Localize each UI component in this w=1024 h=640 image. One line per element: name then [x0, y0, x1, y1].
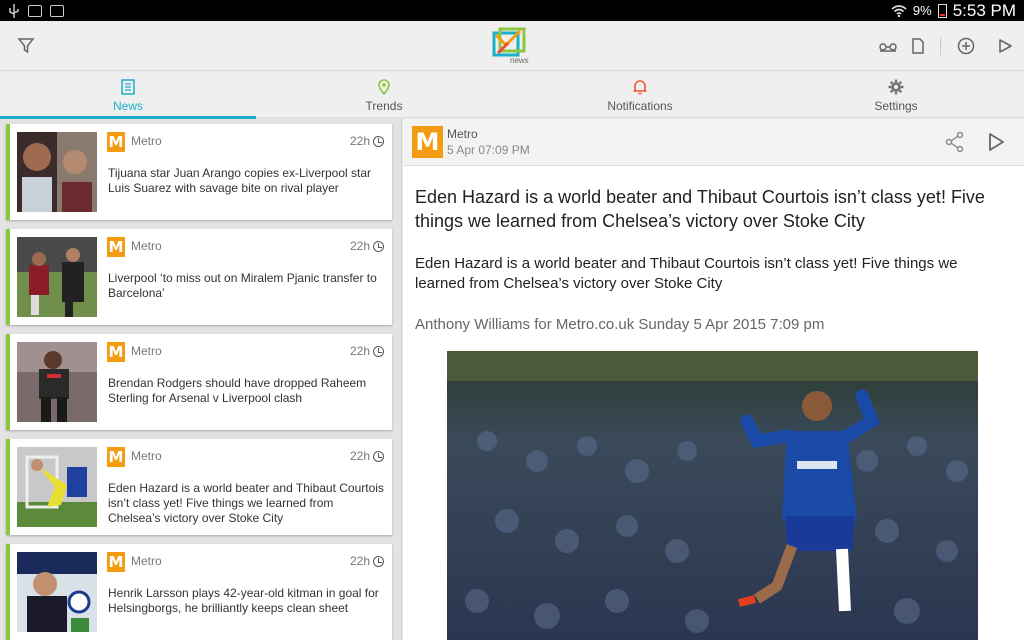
share-button[interactable] [944, 131, 966, 153]
actionbar-divider [940, 37, 941, 55]
news-thumbnail [17, 342, 97, 422]
bell-icon [633, 79, 647, 94]
news-icon [121, 78, 135, 95]
news-age: 22h [350, 134, 384, 148]
tab-news-label: News [112, 98, 143, 113]
tab-settings-label: Settings [874, 98, 918, 113]
usb-icon [9, 3, 19, 18]
battery-percent: 9% [912, 3, 932, 18]
tab-news[interactable]: News [0, 72, 256, 119]
play-icon [999, 39, 1012, 53]
news-thumbnail [17, 132, 97, 212]
news-card[interactable]: M Metro 22h Liverpool ‘to miss out on Mi… [6, 229, 392, 325]
metro-logo: M [107, 447, 125, 467]
news-title: Eden Hazard is a world beater and Thibau… [108, 481, 384, 525]
tab-trends-label: Trends [365, 98, 403, 113]
add-circle-icon [957, 37, 975, 55]
battery-icon [937, 3, 947, 18]
news-age: 22h [350, 449, 384, 463]
action-bar: news [0, 21, 1024, 71]
tab-bar: News Trends Notifications Settings [0, 72, 1024, 119]
news-card[interactable]: M Metro 22h Tijuana star Juan Arango cop… [6, 124, 392, 220]
clock-icon [373, 450, 384, 462]
news-age-text: 22h [349, 344, 370, 358]
news-card[interactable]: M Metro 22h Brendan Rodgers should have … [6, 334, 392, 430]
status-right: 9% 5:53 PM [891, 1, 1016, 21]
article-photo [447, 351, 978, 640]
metro-logo: M [412, 126, 443, 158]
news-age-text: 22h [349, 449, 370, 463]
metro-logo: M [107, 552, 125, 572]
saved-button[interactable] [906, 34, 930, 58]
tab-trends[interactable]: Trends [256, 72, 512, 118]
news-thumbnail [17, 552, 97, 632]
metro-logo: M [107, 132, 125, 152]
clock-time: 5:53 PM [952, 0, 1016, 20]
article-headline: Eden Hazard is a world beater and Thibau… [415, 187, 985, 231]
add-button[interactable] [954, 34, 978, 58]
clock-icon [373, 240, 384, 252]
share-icon [945, 131, 964, 153]
news-source: Metro [131, 134, 162, 148]
status-bar: 9% 5:53 PM [0, 0, 1024, 21]
article-source: Metro [447, 127, 478, 141]
gallery-icon [28, 4, 42, 17]
glasses-icon [879, 43, 897, 52]
news-age-text: 22h [349, 134, 370, 148]
news-card[interactable]: M Metro 22h Eden Hazard is a world beate… [6, 439, 392, 535]
logo-text: news [510, 56, 529, 65]
screenshot-icon [50, 4, 64, 17]
app-logo: news [492, 27, 534, 65]
news-age-text: 22h [349, 554, 370, 568]
play-icon [989, 133, 1004, 151]
article-lead: Eden Hazard is a world beater and Thibau… [415, 255, 958, 292]
news-age: 22h [350, 554, 384, 568]
news-thumbnail [17, 237, 97, 317]
play-button[interactable] [993, 34, 1017, 58]
news-title: Brendan Rodgers should have dropped Rahe… [108, 376, 367, 405]
wifi-icon [891, 4, 907, 17]
clock-icon [373, 345, 384, 357]
filter-button[interactable] [14, 34, 38, 58]
news-source: Metro [131, 449, 162, 463]
news-age: 22h [350, 239, 384, 253]
gear-icon [888, 79, 904, 94]
news-title: Liverpool ‘to miss out on Miralem Pjanic… [108, 271, 377, 300]
news-age-text: 22h [349, 239, 370, 253]
news-list: M Metro 22h Tijuana star Juan Arango cop… [0, 119, 402, 640]
article-pane: M Metro 5 Apr 07:09 PM Eden Hazard is a … [403, 119, 1024, 640]
news-source: Metro [131, 239, 162, 253]
document-icon [912, 38, 924, 54]
status-left-icons [8, 3, 64, 18]
reader-mode-button[interactable] [876, 34, 900, 58]
clock-icon [373, 135, 384, 147]
clock-icon [373, 555, 384, 567]
news-title: Henrik Larsson plays 42-year-old kitman … [108, 586, 379, 615]
news-source: Metro [131, 344, 162, 358]
news-age: 22h [350, 344, 384, 358]
article-header: M Metro 5 Apr 07:09 PM [403, 119, 1024, 166]
metro-logo: M [107, 237, 125, 257]
news-thumbnail [17, 447, 97, 527]
news-source: Metro [131, 554, 162, 568]
tab-notifications-label: Notifications [607, 98, 673, 113]
location-pin-icon [378, 78, 390, 95]
article-date: 5 Apr 07:09 PM [447, 143, 530, 157]
filter-icon [17, 38, 35, 54]
article-byline: Anthony Williams for Metro.co.uk Sunday … [415, 316, 825, 333]
metro-logo: M [107, 342, 125, 362]
news-title: Tijuana star Juan Arango copies ex-Liver… [108, 166, 372, 195]
tab-settings[interactable]: Settings [768, 72, 1024, 118]
article-play-button[interactable] [985, 131, 1007, 153]
tab-notifications[interactable]: Notifications [512, 72, 768, 118]
news-card[interactable]: M Metro 22h Henrik Larsson plays 42-year… [6, 544, 392, 640]
